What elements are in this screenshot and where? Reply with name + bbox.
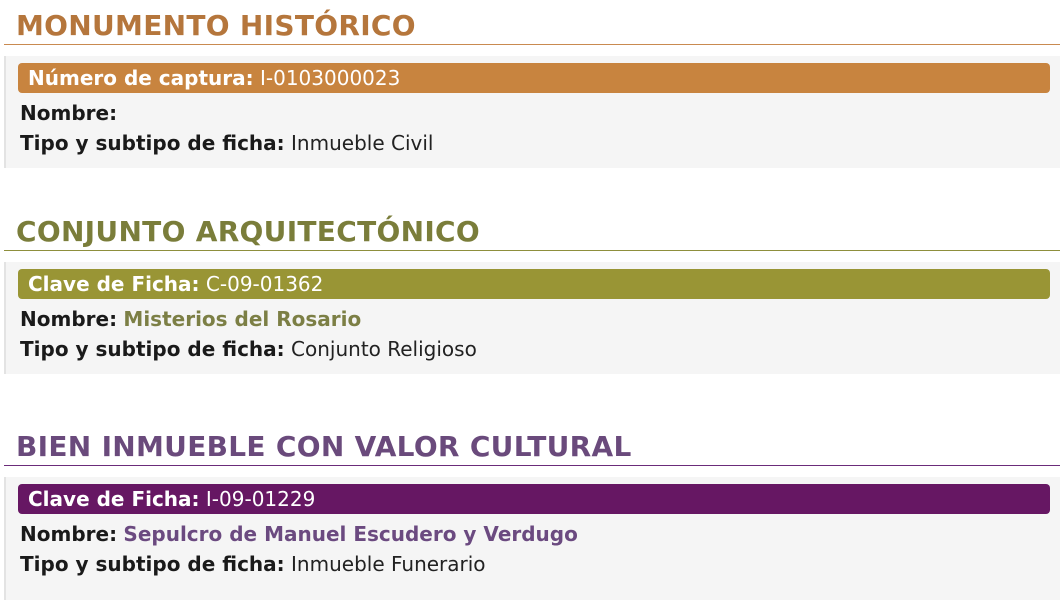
section-title: BIEN INMUEBLE CON VALOR CULTURAL <box>16 430 632 463</box>
record-id-value: I-09-01229 <box>205 487 316 511</box>
record-name-label: Nombre: <box>20 101 118 125</box>
record-name-row: Nombre: <box>20 100 117 126</box>
record-type-value: Inmueble Funerario <box>291 552 486 576</box>
record-id-value: C-09-01362 <box>205 272 324 296</box>
record-card: Clave de Ficha: C-09-01362 Nombre: Miste… <box>4 262 1060 374</box>
section-divider <box>4 250 1060 251</box>
record-type-label: Tipo y subtipo de ficha: <box>20 337 285 361</box>
record-type-row: Tipo y subtipo de ficha: Conjunto Religi… <box>20 336 477 362</box>
record-card: Número de captura: I-0103000023 Nombre: … <box>4 56 1060 168</box>
record-type-row: Tipo y subtipo de ficha: Inmueble Funera… <box>20 551 486 577</box>
record-id-bar: Clave de Ficha: I-09-01229 <box>18 484 1050 514</box>
section-divider <box>4 44 1060 45</box>
record-type-label: Tipo y subtipo de ficha: <box>20 131 285 155</box>
record-name-label: Nombre: <box>20 307 118 331</box>
record-id-label: Clave de Ficha: <box>28 487 200 511</box>
record-id-label: Número de captura: <box>28 66 254 90</box>
record-card: Clave de Ficha: I-09-01229 Nombre: Sepul… <box>4 477 1060 600</box>
record-type-value: Conjunto Religioso <box>291 337 477 361</box>
record-name-row: Nombre: Misterios del Rosario <box>20 306 361 332</box>
section-title: CONJUNTO ARQUITECTÓNICO <box>16 215 480 248</box>
record-id-bar: Clave de Ficha: C-09-01362 <box>18 269 1050 299</box>
record-type-value: Inmueble Civil <box>291 131 434 155</box>
record-type-row: Tipo y subtipo de ficha: Inmueble Civil <box>20 130 433 156</box>
record-id-bar: Número de captura: I-0103000023 <box>18 63 1050 93</box>
section-title: MONUMENTO HISTÓRICO <box>16 9 416 42</box>
record-type-label: Tipo y subtipo de ficha: <box>20 552 285 576</box>
record-name-link[interactable]: Misterios del Rosario <box>123 307 361 331</box>
record-name-row: Nombre: Sepulcro de Manuel Escudero y Ve… <box>20 521 578 547</box>
record-id-label: Clave de Ficha: <box>28 272 200 296</box>
record-name-link[interactable]: Sepulcro de Manuel Escudero y Verdugo <box>123 522 577 546</box>
section-divider <box>4 465 1060 466</box>
record-id-value: I-0103000023 <box>259 66 401 90</box>
record-name-label: Nombre: <box>20 522 118 546</box>
